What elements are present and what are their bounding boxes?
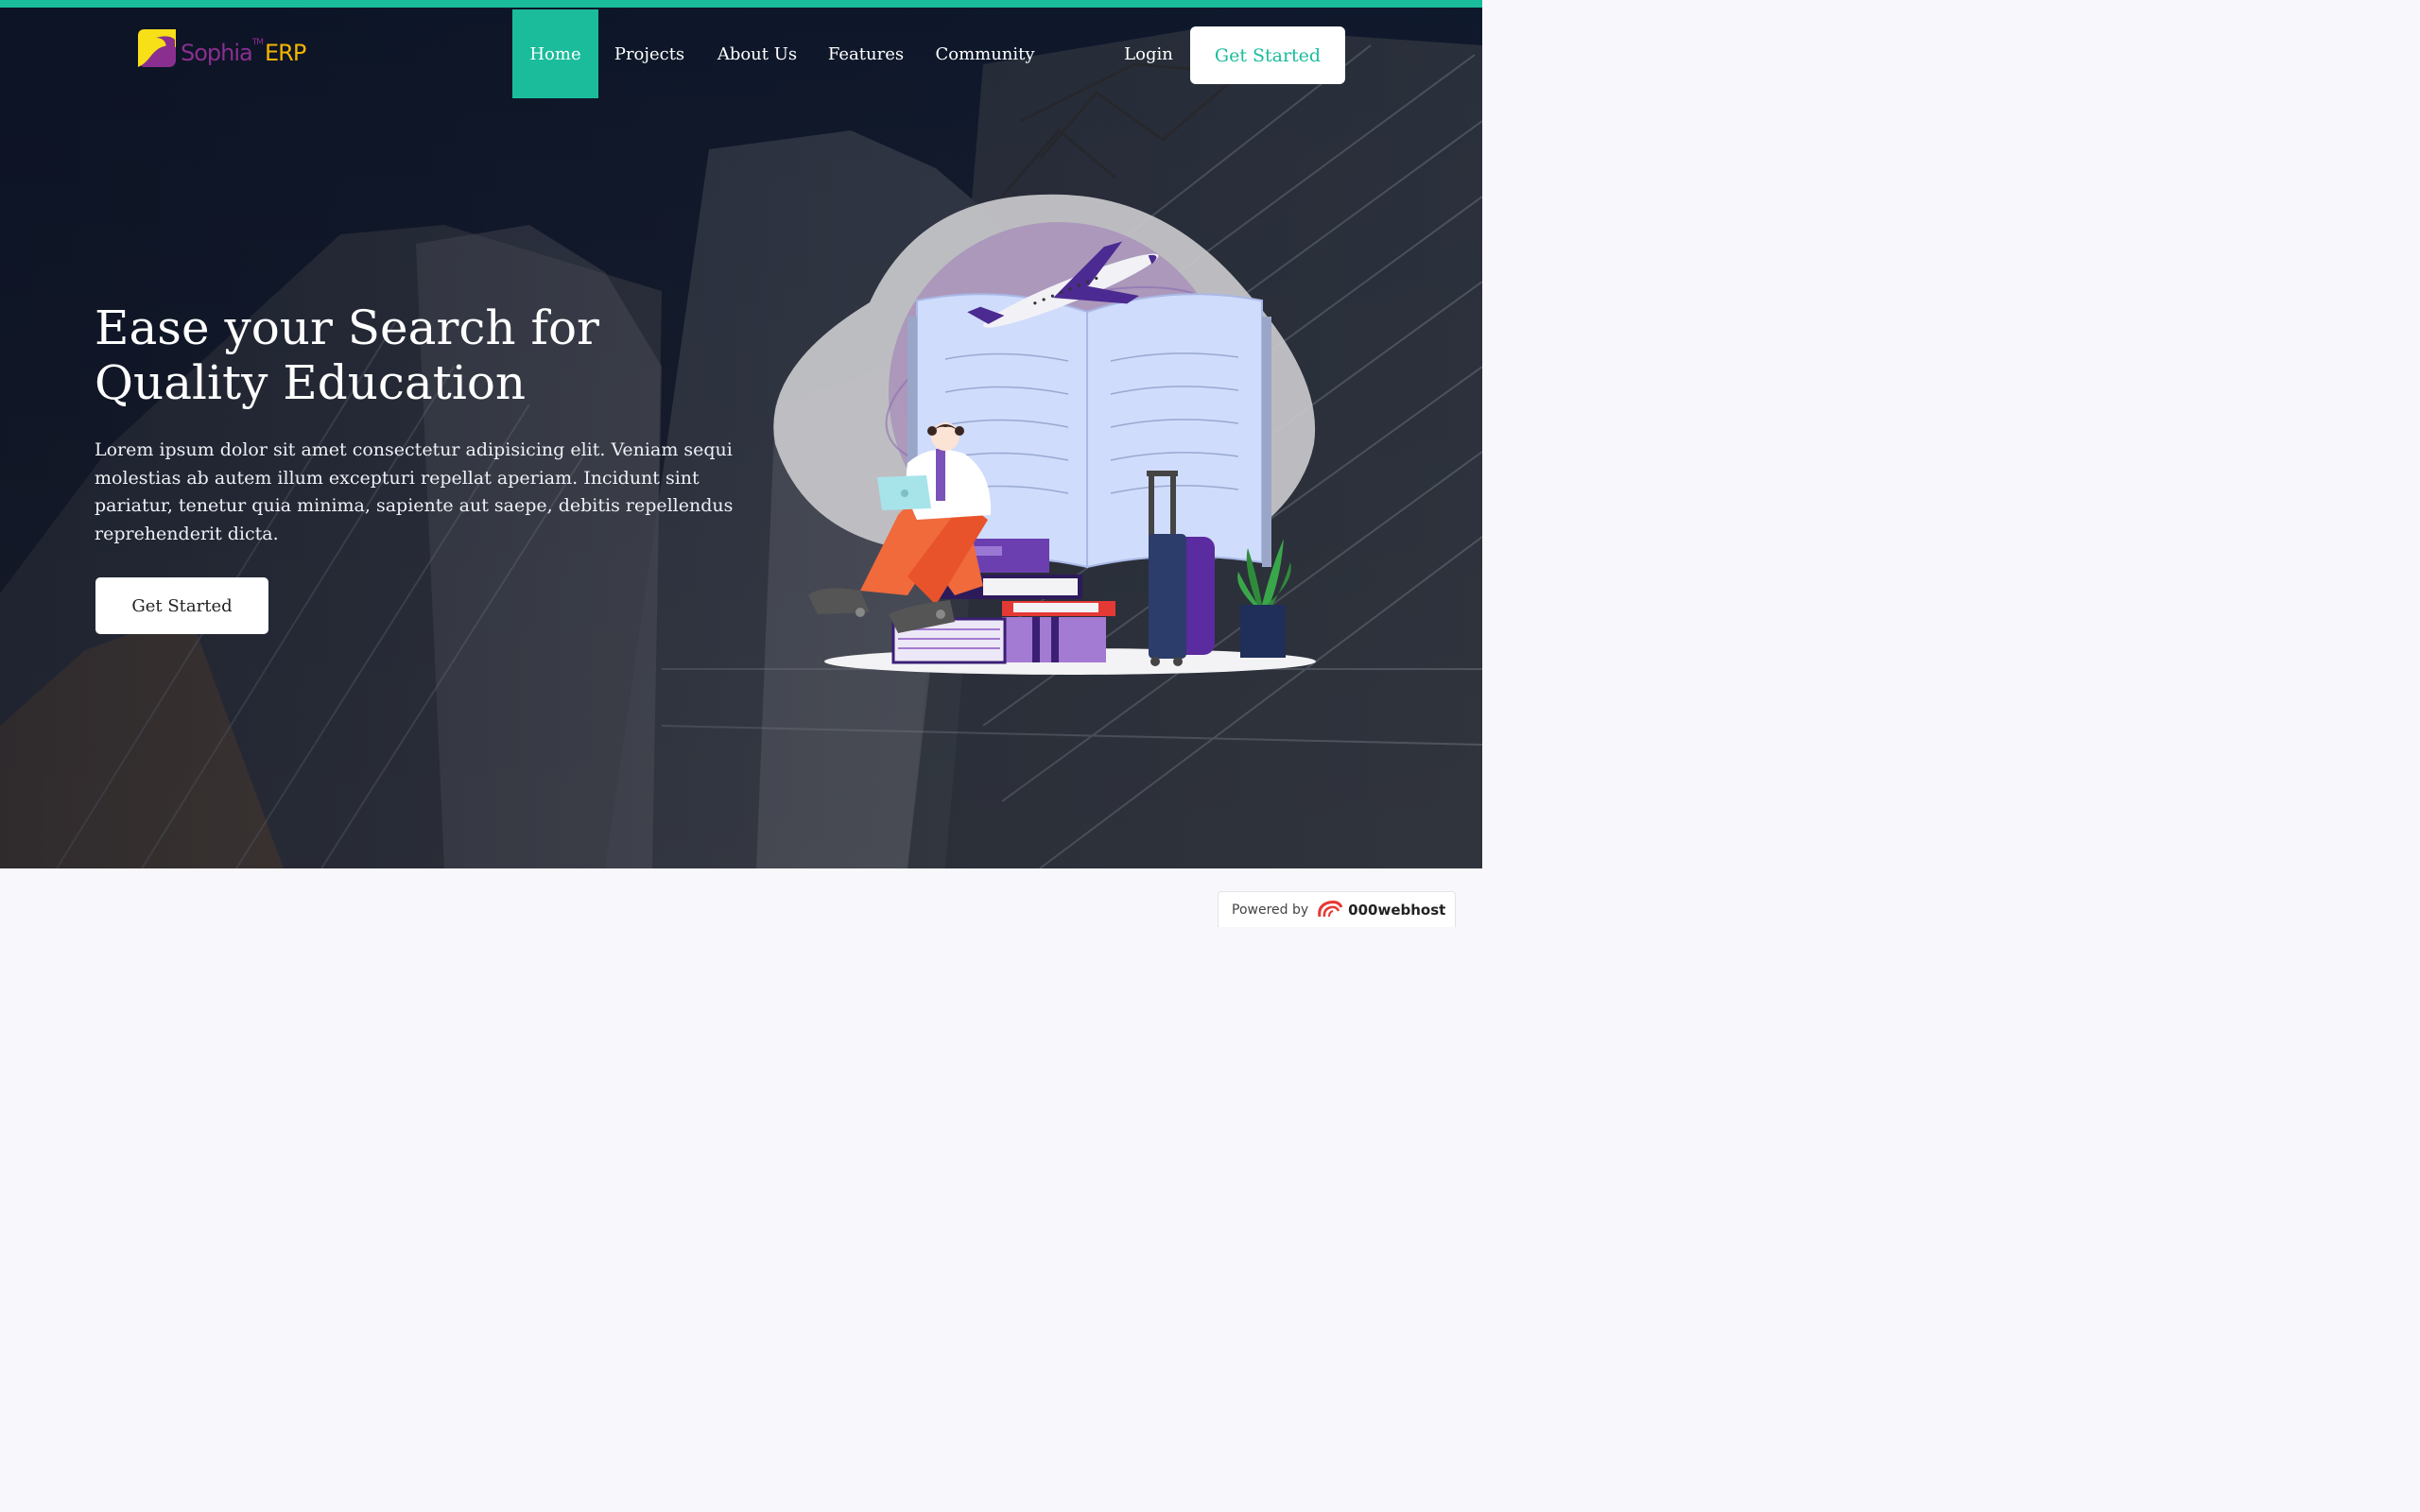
top-accent-strip — [0, 0, 1482, 8]
hero-description: Lorem ipsum dolor sit amet consectetur a… — [95, 439, 734, 544]
brand-trademark: TM — [251, 38, 264, 47]
powered-by-label: Powered by — [1232, 902, 1309, 918]
nav-item-projects[interactable]: Projects — [605, 9, 694, 98]
sophia-logo-icon — [138, 29, 176, 67]
nav-item-home[interactable]: Home — [512, 9, 598, 98]
hero-title: Ease your Search for Quality Education — [95, 301, 681, 410]
powered-by-brand: 000webhost — [1348, 901, 1446, 919]
brand-name-suffix: ERP — [265, 40, 306, 66]
hero-title-line-1: Ease your Search for — [95, 301, 599, 355]
student-with-books-airplane-illustration — [773, 194, 1316, 675]
login-link[interactable]: Login — [1115, 9, 1182, 98]
000webhost-logo-icon — [1318, 900, 1343, 917]
brand-name: SophiaTMERP — [181, 38, 306, 66]
brand-logo[interactable]: SophiaTMERP — [137, 28, 306, 76]
nav-item-community[interactable]: Community — [928, 9, 1042, 98]
nav-item-features[interactable]: Features — [821, 9, 911, 98]
powered-by-badge[interactable]: Powered by 000webhost — [1218, 891, 1456, 927]
brand-name-main: Sophia — [181, 40, 253, 66]
get-started-hero-button[interactable]: Get Started — [95, 577, 268, 634]
nav-item-about-us[interactable]: About Us — [711, 9, 804, 98]
get-started-nav-button[interactable]: Get Started — [1190, 26, 1345, 84]
hero-title-line-2: Quality Education — [95, 355, 527, 410]
